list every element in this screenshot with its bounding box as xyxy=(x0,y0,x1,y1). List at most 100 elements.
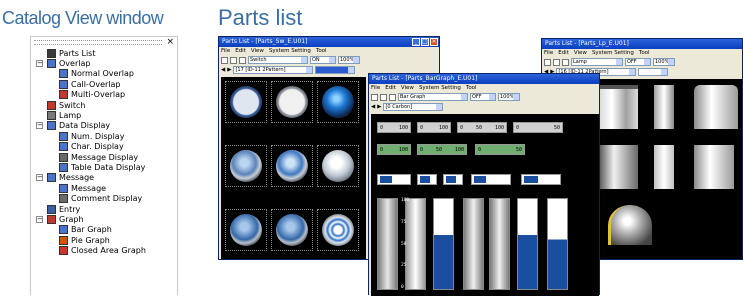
lamp-part[interactable] xyxy=(654,145,674,189)
menu-tool[interactable]: Tool xyxy=(466,84,477,92)
new-icon[interactable] xyxy=(221,56,228,64)
tree-item[interactable]: − Message xyxy=(31,173,177,183)
menu-view[interactable]: View xyxy=(401,84,414,92)
open-icon[interactable] xyxy=(380,93,387,101)
part-cell[interactable] xyxy=(271,209,313,251)
h-bar-graph-part[interactable]: 0 50 100 xyxy=(417,144,467,155)
collapse-toggle[interactable]: − xyxy=(36,122,43,130)
save-icon[interactable] xyxy=(562,58,569,66)
v-bar-graph-part[interactable] xyxy=(547,198,568,290)
v-bar-graph-part[interactable] xyxy=(377,198,398,290)
lamp-part[interactable] xyxy=(694,85,738,129)
tree-item[interactable]: Pie Graph xyxy=(31,235,177,245)
state-select[interactable]: OFF xyxy=(470,93,496,101)
lamp-part[interactable] xyxy=(654,85,674,129)
tree-item[interactable]: Comment Display xyxy=(31,193,177,204)
tree-item[interactable]: − Overlap xyxy=(31,58,177,69)
category-select[interactable]: Lamp xyxy=(571,58,623,66)
tree-item[interactable]: − Data Display xyxy=(31,121,177,131)
h-bar-graph-part[interactable] xyxy=(377,174,411,185)
tree-item[interactable]: Entry xyxy=(31,204,177,214)
v-bar-graph-part[interactable] xyxy=(489,198,510,290)
menu-system-setting[interactable]: System Setting xyxy=(419,84,461,92)
h-bar-graph-part[interactable] xyxy=(521,174,561,185)
menu-system-setting[interactable]: System Setting xyxy=(269,47,311,55)
v-bar-graph-part[interactable] xyxy=(517,198,538,290)
pattern-select[interactable]: [17 [ID-11 2Pattern] xyxy=(233,66,314,74)
tree-item[interactable]: Parts List xyxy=(31,48,177,58)
collapse-toggle[interactable]: − xyxy=(36,60,43,68)
h-bar-graph-part[interactable]: 0 100 xyxy=(377,122,411,133)
state-select[interactable]: OFF xyxy=(625,58,651,66)
pattern-select[interactable]: [0 Carbon] xyxy=(383,103,444,111)
tree-item[interactable]: Closed Area Graph xyxy=(31,245,177,256)
menu-system-setting[interactable]: System Setting xyxy=(592,49,634,57)
menu-edit[interactable]: Edit xyxy=(558,49,569,57)
h-bar-graph-part[interactable]: 0 50 xyxy=(513,122,563,133)
lamp-part[interactable] xyxy=(598,145,638,189)
color-select[interactable] xyxy=(638,68,669,76)
forward-arrow-icon[interactable]: ▶ xyxy=(377,104,381,110)
category-select[interactable]: Switch xyxy=(248,56,308,64)
tree-item[interactable]: Bar Graph xyxy=(31,225,177,235)
state-select[interactable]: ON xyxy=(310,56,336,64)
part-cell[interactable] xyxy=(225,145,267,187)
menu-edit[interactable]: Edit xyxy=(385,84,396,92)
h-bar-graph-part[interactable]: 0 50 xyxy=(475,144,525,155)
new-icon[interactable] xyxy=(371,93,378,101)
zoom-select[interactable]: 100% xyxy=(338,56,360,64)
back-arrow-icon[interactable]: ◀ xyxy=(371,104,375,110)
tree-item[interactable]: Message Display xyxy=(31,152,177,162)
v-bar-graph-part[interactable] xyxy=(433,198,454,290)
part-cell[interactable] xyxy=(225,209,267,251)
h-bar-graph-part[interactable] xyxy=(417,174,437,185)
tree-item[interactable]: Normal Overlap xyxy=(31,69,177,79)
forward-arrow-icon[interactable]: ▶ xyxy=(227,67,231,73)
part-cell[interactable] xyxy=(317,81,359,123)
menu-tool[interactable]: Tool xyxy=(639,49,650,57)
lamp-part[interactable] xyxy=(608,205,652,245)
tree-item[interactable]: Table Data Display xyxy=(31,162,177,172)
tree-item[interactable]: Message xyxy=(31,183,177,193)
menu-file[interactable]: File xyxy=(544,49,553,57)
part-cell[interactable] xyxy=(317,209,359,251)
maximize-icon[interactable]: □ xyxy=(421,38,429,46)
menu-view[interactable]: View xyxy=(251,47,264,55)
h-bar-graph-part[interactable]: 0 100 xyxy=(417,122,451,133)
close-icon[interactable]: × xyxy=(166,38,174,47)
open-icon[interactable] xyxy=(230,56,237,64)
part-cell[interactable] xyxy=(271,145,313,187)
zoom-select[interactable]: 100% xyxy=(498,93,520,101)
collapse-toggle[interactable]: − xyxy=(36,215,43,223)
tree-item[interactable]: Switch xyxy=(31,100,177,110)
color-select[interactable] xyxy=(315,66,356,74)
save-icon[interactable] xyxy=(239,56,246,64)
switch-window-titlebar[interactable]: Parts List - [Parts_Sw_E.U01] _ □ × xyxy=(219,37,439,47)
tree-item[interactable]: Char. Display xyxy=(31,142,177,152)
catalog-title-bar[interactable]: × xyxy=(31,37,177,48)
part-cell[interactable] xyxy=(317,145,359,187)
h-bar-graph-part[interactable]: 0 50 100 xyxy=(457,122,507,133)
new-icon[interactable] xyxy=(544,58,551,66)
back-arrow-icon[interactable]: ◀ xyxy=(221,67,225,73)
h-bar-graph-part[interactable]: 0 100 xyxy=(377,144,411,155)
h-bar-graph-part[interactable] xyxy=(443,174,463,185)
menu-file[interactable]: File xyxy=(221,47,230,55)
menu-view[interactable]: View xyxy=(574,49,587,57)
tree-item[interactable]: Call-Overlap xyxy=(31,79,177,89)
minimize-icon[interactable]: _ xyxy=(412,38,420,46)
save-icon[interactable] xyxy=(389,93,396,101)
part-cell[interactable] xyxy=(271,81,313,123)
close-icon[interactable]: × xyxy=(430,38,438,46)
open-icon[interactable] xyxy=(553,58,560,66)
catalog-grip[interactable] xyxy=(34,40,163,45)
lamp-part[interactable] xyxy=(598,85,638,129)
tree-item[interactable]: − Graph xyxy=(31,214,177,224)
menu-edit[interactable]: Edit xyxy=(235,47,246,55)
bargraph-window-titlebar[interactable]: Parts List - [Parts_BarGraph_E.U01] xyxy=(369,74,599,84)
collapse-toggle[interactable]: − xyxy=(36,174,43,182)
v-bar-graph-part[interactable] xyxy=(463,198,484,290)
tree-item[interactable]: Lamp xyxy=(31,110,177,121)
tree-item[interactable]: Multi-Overlap xyxy=(31,90,177,100)
menu-tool[interactable]: Tool xyxy=(316,47,327,55)
